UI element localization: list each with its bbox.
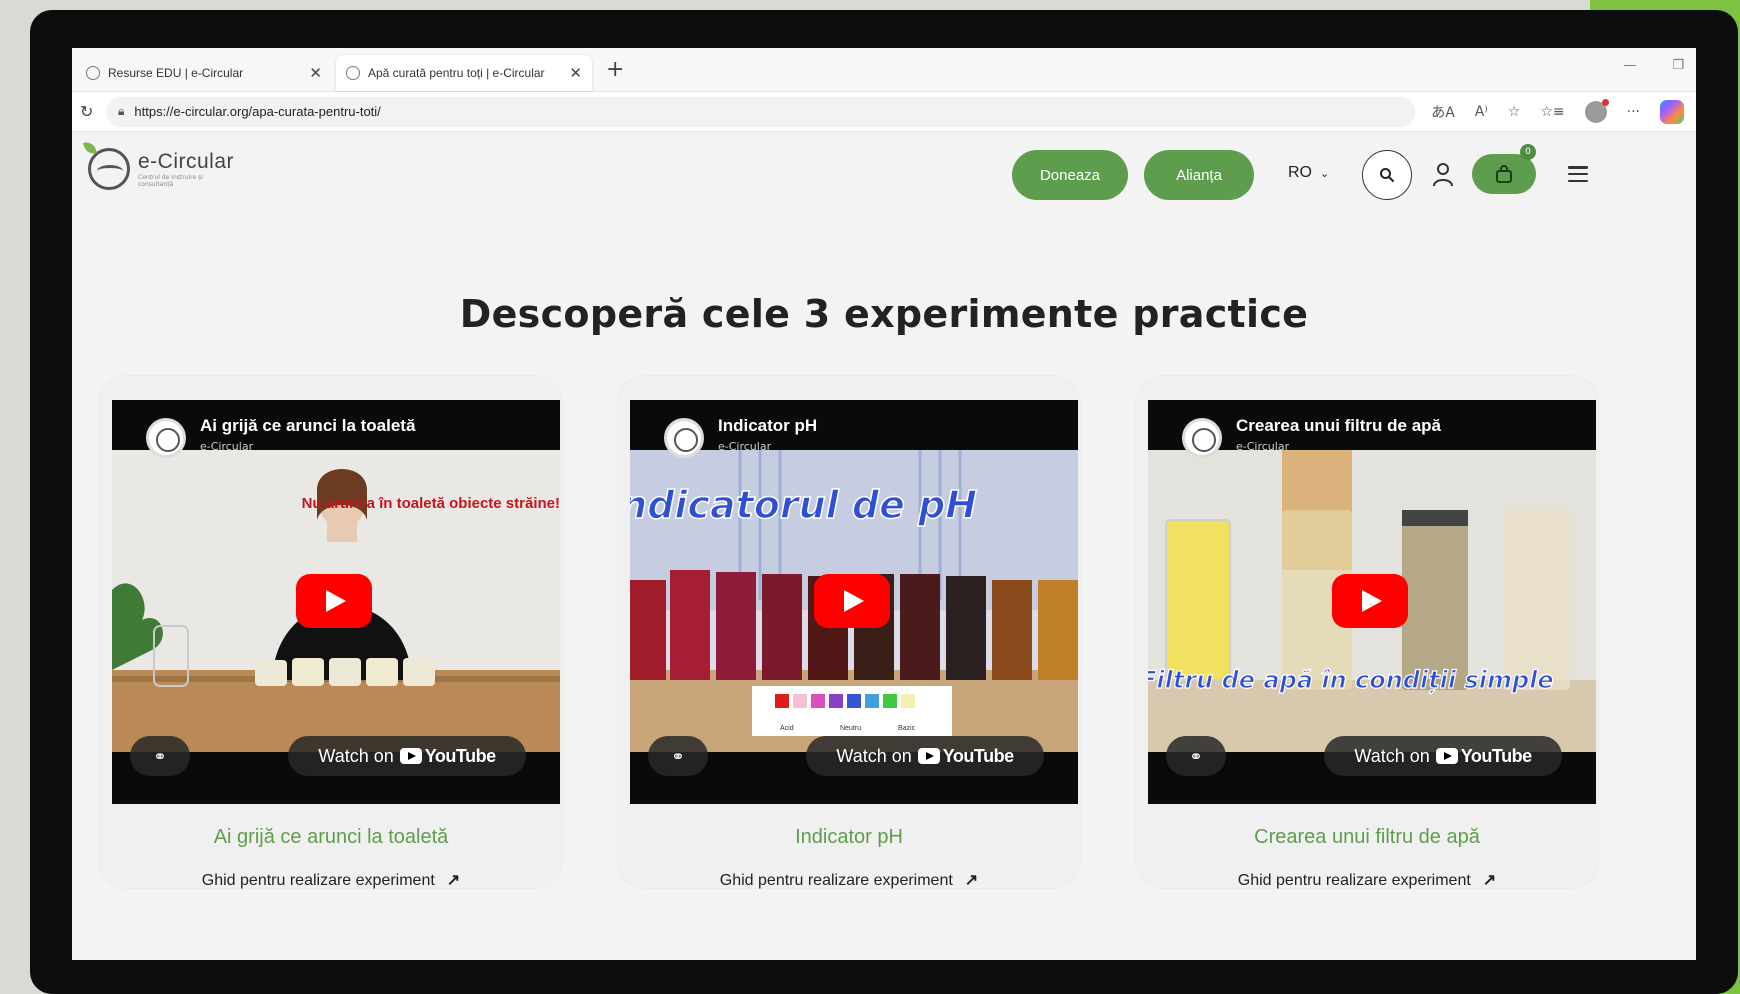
logo-mark-icon: [88, 148, 130, 190]
channel-avatar-icon[interactable]: [146, 418, 186, 458]
youtube-logo-icon: YouTube: [1435, 746, 1532, 767]
favorites-bar-icon[interactable]: ☆≡: [1540, 104, 1564, 120]
video-embed[interactable]: Indicator pH e-Circular Acid Neutru Bazi…: [630, 400, 1078, 804]
language-selector[interactable]: RO ⌄: [1288, 164, 1329, 182]
copy-link-icon[interactable]: ⚭: [130, 736, 190, 776]
address-bar: ↻ 🔒︎ https://e-circular.org/apa-curata-p…: [72, 92, 1696, 132]
video-overlay-text: Indicatorul de pH: [630, 483, 977, 527]
tab-close-icon[interactable]: ✕: [569, 64, 582, 82]
minimize-icon[interactable]: —: [1623, 58, 1636, 73]
youtube-logo-icon: YouTube: [917, 746, 1014, 767]
card-title[interactable]: Crearea unui filtru de apă: [1136, 826, 1598, 849]
experiment-card: Ai grijă ce arunci la toaletă e-Circular: [100, 376, 562, 890]
video-overlay-text: Nu arunca în toaletă obiecte străine!: [302, 495, 560, 512]
card-title[interactable]: Ai grijă ce arunci la toaletă: [100, 826, 562, 849]
watch-on-youtube-button[interactable]: Watch on YouTube: [806, 736, 1044, 776]
hamburger-menu-icon[interactable]: [1568, 166, 1588, 182]
guide-link[interactable]: Ghid pentru realizare experiment ↗: [618, 870, 1080, 890]
watch-on-youtube-button[interactable]: Watch on YouTube: [288, 736, 526, 776]
window-controls: — ❐: [1623, 58, 1684, 73]
copy-link-icon[interactable]: ⚭: [648, 736, 708, 776]
tab-label: Resurse EDU | e-Circular: [108, 66, 244, 80]
ph-scale-neutral: Neutru: [840, 725, 861, 732]
lock-icon[interactable]: 🔒︎: [118, 104, 124, 119]
cart-count-badge: 0: [1520, 144, 1536, 160]
site-header: e-Circular Centrul de instruire și consu…: [72, 132, 1696, 216]
site-logo[interactable]: e-Circular Centrul de instruire și consu…: [88, 148, 234, 190]
site-favicon-icon: [346, 66, 360, 80]
page-headline: Descoperă cele 3 experimente practice: [459, 292, 1309, 336]
cart-bag-icon: [1496, 165, 1512, 183]
reload-icon[interactable]: ↻: [80, 102, 106, 121]
tab-label: Apă curată pentru toți | e-Circular: [368, 66, 545, 80]
video-title[interactable]: Indicator pH: [718, 416, 817, 436]
video-title[interactable]: Crearea unui filtru de apă: [1236, 416, 1441, 436]
experiment-card: Crearea unui filtru de apă e-Circular Fi…: [1136, 376, 1598, 890]
video-title[interactable]: Ai grijă ce arunci la toaletă: [200, 416, 415, 436]
logo-name: e-Circular: [138, 150, 235, 173]
ph-scale-base: Bazic: [898, 725, 916, 732]
video-overlay-text: Filtru de apă în condiții simple: [1148, 666, 1554, 694]
arrow-up-right-icon: ↗: [446, 872, 461, 889]
guide-link-label: Ghid pentru realizare experiment: [719, 872, 953, 889]
card-title[interactable]: Indicator pH: [618, 826, 1080, 849]
chevron-down-icon: ⌄: [1320, 168, 1330, 180]
browser-window: Resurse EDU | e-Circular ✕ Apă curată pe…: [72, 48, 1696, 960]
translate-icon[interactable]: あA: [1431, 102, 1455, 122]
video-channel: e-Circular: [718, 440, 772, 453]
alliance-button[interactable]: Alianța: [1144, 150, 1254, 200]
ph-scale-acid: Acid: [780, 725, 794, 732]
more-options-icon[interactable]: ···: [1627, 104, 1640, 120]
language-label: RO: [1288, 164, 1312, 181]
channel-avatar-icon[interactable]: [664, 418, 704, 458]
copilot-icon[interactable]: [1660, 99, 1684, 124]
video-embed[interactable]: Crearea unui filtru de apă e-Circular Fi…: [1148, 400, 1596, 804]
play-button[interactable]: [296, 574, 372, 628]
url-text: https://e-circular.org/apa-curata-pentru…: [134, 104, 381, 119]
arrow-up-right-icon: ↗: [964, 872, 979, 889]
play-button[interactable]: [814, 574, 890, 628]
tab-resurse-edu[interactable]: Resurse EDU | e-Circular ✕: [76, 55, 332, 91]
favorite-star-icon[interactable]: ☆: [1508, 104, 1521, 120]
read-aloud-icon[interactable]: A⁾: [1475, 104, 1488, 120]
watch-on-label: Watch on: [836, 745, 912, 766]
user-account-icon[interactable]: [1432, 162, 1454, 188]
site-favicon-icon: [86, 66, 100, 80]
logo-tagline: Centrul de instruire și consultanță: [138, 174, 203, 188]
donate-button[interactable]: Doneaza: [1012, 150, 1128, 200]
restore-icon[interactable]: ❐: [1672, 58, 1684, 73]
new-tab-icon[interactable]: +: [606, 58, 624, 81]
url-field[interactable]: 🔒︎ https://e-circular.org/apa-curata-pen…: [106, 96, 1416, 127]
watch-on-label: Watch on: [1354, 745, 1430, 766]
experiment-card: Indicator pH e-Circular Acid Neutru Bazi…: [618, 376, 1080, 890]
cart-button[interactable]: [1472, 154, 1536, 194]
guide-link[interactable]: Ghid pentru realizare experiment ↗: [100, 870, 562, 890]
tab-bar: Resurse EDU | e-Circular ✕ Apă curată pe…: [72, 48, 1696, 92]
guide-link-label: Ghid pentru realizare experiment: [1237, 872, 1471, 889]
browser-toolbar: あA A⁾ ☆ ☆≡ ···: [1431, 98, 1684, 124]
tab-apa-curata[interactable]: Apă curată pentru toți | e-Circular ✕: [336, 55, 592, 91]
youtube-logo-icon: YouTube: [399, 746, 496, 767]
copy-link-icon[interactable]: ⚭: [1166, 736, 1226, 776]
guide-link-label: Ghid pentru realizare experiment: [201, 872, 435, 889]
search-button[interactable]: [1362, 150, 1412, 200]
watch-on-label: Watch on: [318, 745, 394, 766]
video-channel: e-Circular: [200, 440, 254, 453]
tab-close-icon[interactable]: ✕: [309, 64, 322, 82]
video-embed[interactable]: Ai grijă ce arunci la toaletă e-Circular: [112, 400, 560, 804]
search-icon: [1380, 168, 1394, 182]
profile-avatar-icon[interactable]: [1584, 98, 1609, 123]
channel-avatar-icon[interactable]: [1182, 418, 1222, 458]
arrow-up-right-icon: ↗: [1482, 872, 1497, 889]
watch-on-youtube-button[interactable]: Watch on YouTube: [1324, 736, 1562, 776]
play-button[interactable]: [1332, 574, 1408, 628]
video-channel: e-Circular: [1236, 440, 1290, 453]
guide-link[interactable]: Ghid pentru realizare experiment ↗: [1136, 870, 1598, 890]
